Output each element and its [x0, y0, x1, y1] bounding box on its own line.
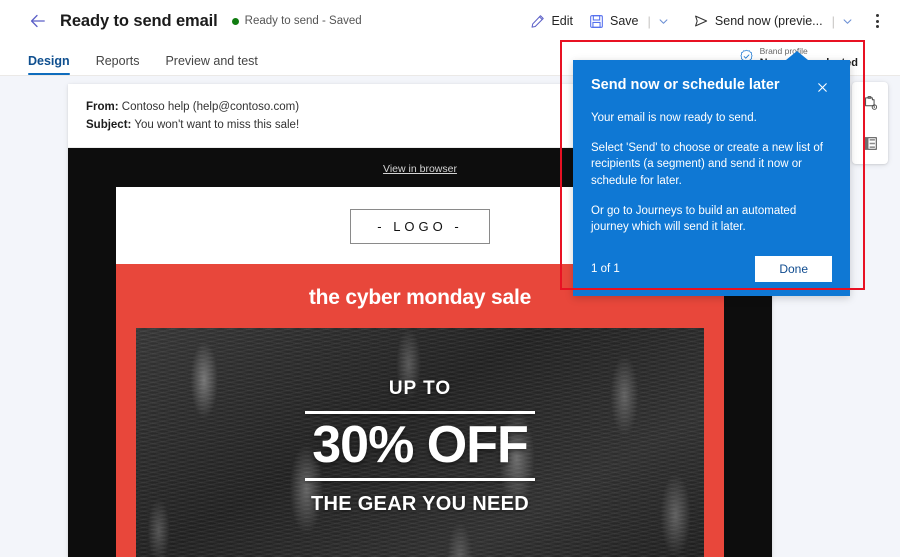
promo-tagline: THE GEAR YOU NEED [310, 493, 530, 516]
promo-rule-bottom [305, 478, 535, 482]
callout-title: Send now or schedule later [591, 77, 780, 93]
promo-image-text: UP TO 30% OFF THE GEAR YOU NEED [136, 328, 704, 557]
promo-image[interactable]: UP TO 30% OFF THE GEAR YOU NEED [136, 327, 704, 557]
promo-up-to: UP TO [388, 377, 452, 399]
send-now-label: Send now (previe... [714, 14, 823, 28]
tab-preview-and-test[interactable]: Preview and test [165, 54, 257, 75]
chevron-down-icon [659, 18, 668, 24]
canvas-tool-panel [852, 82, 888, 164]
page-title: Ready to send email [60, 11, 218, 30]
command-bar-actions: Edit Save | Send now (previe... | [522, 8, 900, 34]
callout-done-button[interactable]: Done [755, 256, 832, 283]
brand-profile-label: Brand profile [759, 46, 808, 56]
tab-design-label: Design [28, 54, 70, 68]
callout-footer: 1 of 1 Done [591, 256, 832, 283]
email-from-label: From: [86, 101, 119, 113]
tab-preview-and-test-label: Preview and test [165, 54, 258, 68]
more-options-button[interactable] [867, 10, 888, 32]
send-now-button[interactable]: Send now (previe... [685, 8, 831, 34]
callout-step-counter: 1 of 1 [591, 263, 620, 276]
callout-paragraph-3: Or go to Journeys to build an automated … [591, 204, 797, 234]
callout-paragraph-2: Select 'Send' to choose or create a new … [591, 141, 823, 188]
email-from-value: Contoso help (help@contoso.com) [121, 101, 300, 113]
promo-rule-top [305, 410, 535, 414]
callout-paragraph-1: Your email is now ready to send. [591, 112, 757, 124]
tab-reports-label: Reports [95, 54, 140, 68]
save-dropdown-button[interactable] [652, 10, 675, 33]
status-dot [231, 17, 239, 25]
email-subject-label: Subject: [86, 119, 132, 132]
content-settings-button[interactable] [856, 90, 884, 116]
arrow-left-icon [30, 14, 45, 28]
save-button[interactable]: Save [581, 9, 647, 34]
status-badge: Ready to send - Saved [231, 15, 362, 27]
teaching-callout: Send now or schedule later Your email is… [573, 51, 850, 297]
logo-placeholder[interactable]: - LOGO - [350, 208, 490, 244]
tab-design[interactable]: Design [28, 54, 70, 75]
callout-close-button[interactable] [812, 77, 832, 97]
callout-content: Send now or schedule later Your email is… [573, 60, 850, 296]
send-dropdown-button[interactable] [836, 10, 859, 33]
callout-header: Send now or schedule later [591, 76, 832, 97]
layout-blocks-icon [863, 136, 877, 150]
chevron-down-icon [843, 18, 852, 24]
view-in-browser-link[interactable]: View in browser [383, 163, 457, 175]
promo-discount: 30% OFF [312, 415, 528, 474]
email-subject-value: You won't want to miss this sale! [134, 119, 300, 132]
pencil-icon [532, 14, 545, 28]
more-vertical-icon [876, 14, 879, 17]
tab-reports[interactable]: Reports [96, 54, 140, 75]
edit-label: Edit [551, 14, 574, 28]
callout-beak [786, 51, 808, 60]
promo-image-wrapper: UP TO 30% OFF THE GEAR YOU NEED [116, 327, 724, 557]
layout-blocks-button[interactable] [856, 130, 884, 156]
edit-button[interactable]: Edit [522, 9, 581, 34]
command-bar: Ready to send email Ready to send - Save… [0, 0, 900, 42]
send-icon [694, 15, 708, 27]
app-root: Ready to send email Ready to send - Save… [0, 0, 900, 557]
close-icon [817, 82, 827, 92]
status-label: Ready to send - Saved [244, 15, 362, 27]
content-settings-icon [864, 95, 877, 110]
back-button[interactable] [22, 5, 54, 37]
save-label: Save [610, 14, 639, 28]
floppy-disk-icon [590, 14, 603, 28]
